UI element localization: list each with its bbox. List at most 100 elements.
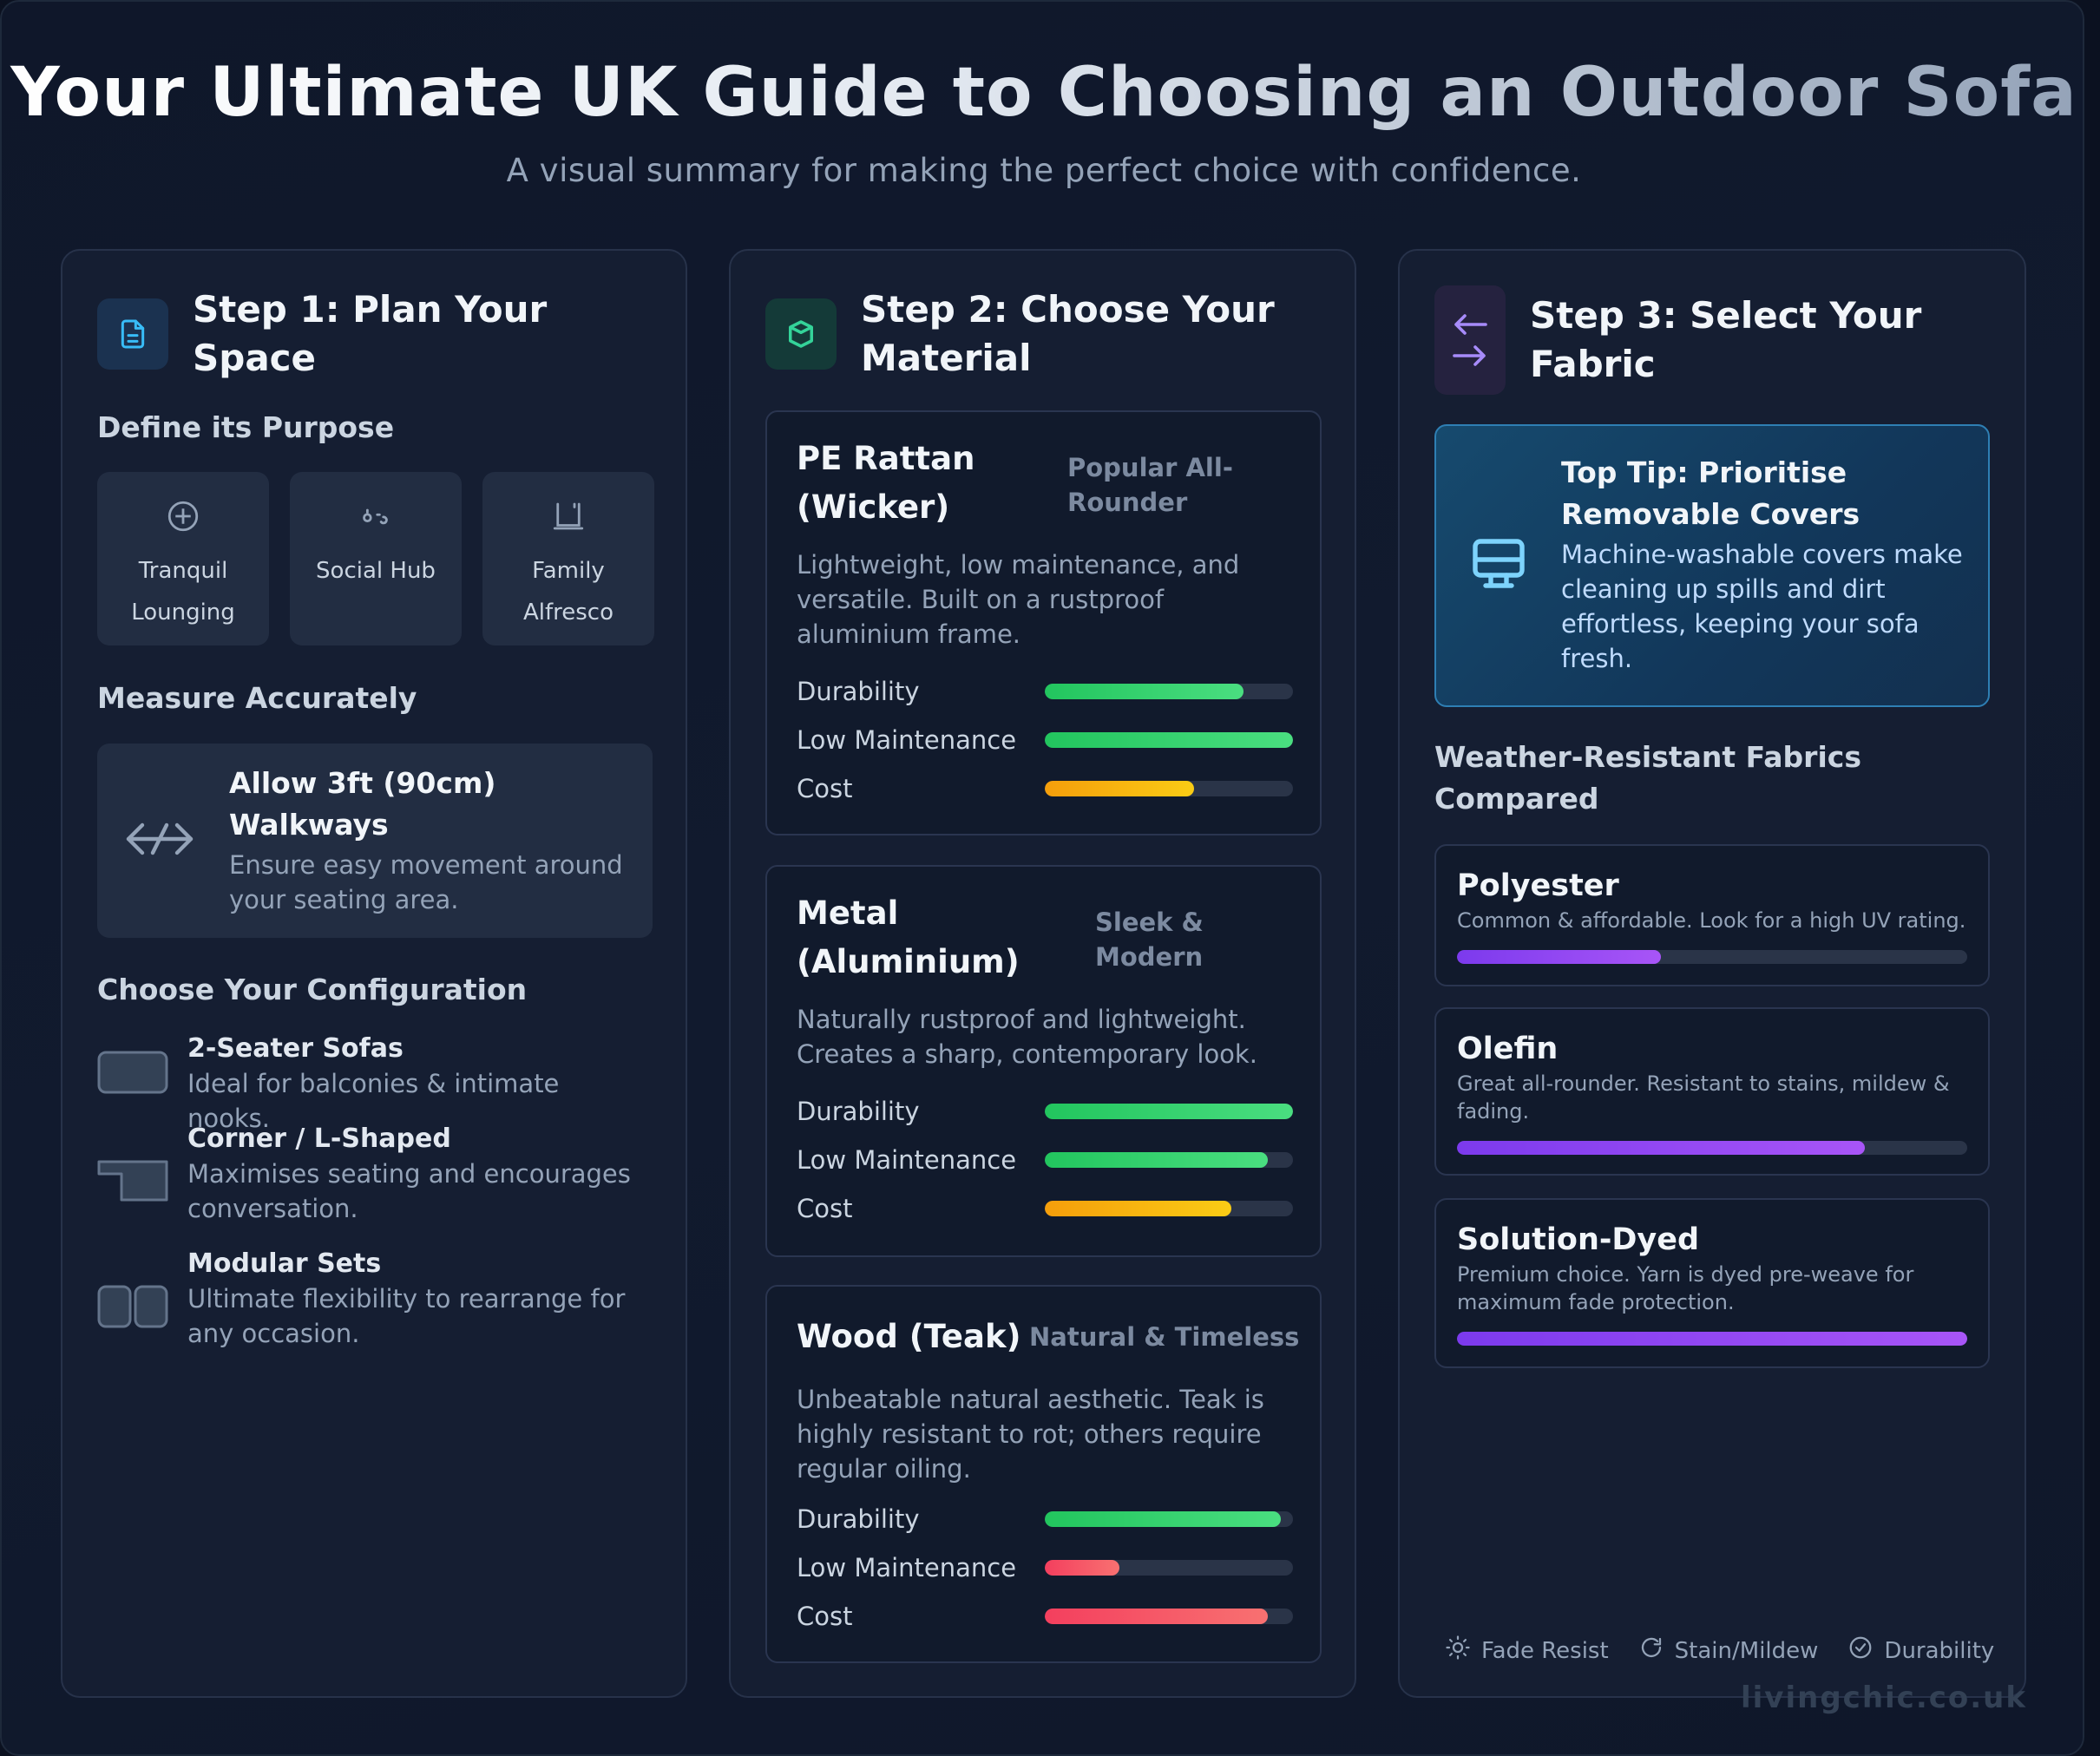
step3-title: Step 3: Select Your Fabric: [1530, 294, 1922, 385]
config-title: 2-Seater Sofas: [187, 1033, 404, 1064]
material-tag: Sleek & Modern: [1095, 907, 1204, 972]
page-subtitle: A visual summary for making the perfect …: [506, 152, 1582, 189]
rating-bar: [1045, 1201, 1293, 1216]
fabric-description: Premium choice. Yarn is dyed pre-weave f…: [1457, 1262, 1914, 1314]
rating-row: Low Maintenance: [797, 723, 1295, 757]
washing-machine-icon: [1467, 534, 1530, 600]
legend-label: Durability: [1884, 1637, 1995, 1664]
fabrics-heading: Weather-Resistant Fabrics Compared: [1434, 740, 1861, 816]
fabric-card-olefin: Olefin Great all-rounder. Resistant to s…: [1434, 1007, 1990, 1176]
rating-row: Durability: [797, 1502, 1295, 1536]
legend-label: Fade Resist: [1481, 1637, 1609, 1664]
step1-header: Step 1: Plan Your Space: [97, 285, 644, 383]
rating-bar-fill: [1045, 1609, 1269, 1624]
fabric-bar-fill: [1457, 1141, 1866, 1155]
two-seater-icon: [97, 1051, 168, 1099]
material-name: PE Rattan (Wicker): [797, 440, 975, 526]
step2-header: Step 2: Choose Your Material: [765, 285, 1312, 383]
rating-bar-fill: [1045, 684, 1244, 699]
rating-bar-fill: [1045, 1152, 1269, 1168]
rating-bar: [1045, 1152, 1293, 1168]
fabric-name: Olefin: [1457, 1032, 1559, 1066]
watermark: livingchic.co.uk: [1741, 1681, 2027, 1715]
fabric-bar: [1457, 950, 1967, 964]
material-card-metal: Metal (Aluminium) Sleek & Modern Natural…: [765, 865, 1322, 1257]
tip-description: Machine-washable covers make cleaning up…: [1561, 540, 1963, 673]
legend-stain-mildew: Stain/Mildew: [1638, 1635, 1819, 1667]
rating-bar-fill: [1045, 1511, 1281, 1527]
fabric-legend: Fade Resist Stain/Mildew Durability: [1445, 1635, 1994, 1667]
tip-card: Top Tip: Prioritise Removable Covers Mac…: [1434, 424, 1990, 707]
material-description: Lightweight, low maintenance, and versat…: [797, 550, 1240, 649]
purpose-options: Tranquil Lounging Social Hub Family Alfr…: [97, 472, 654, 645]
tip-title: Top Tip: Prioritise Removable Covers: [1561, 455, 1860, 531]
measure-heading: Measure Accurately: [97, 681, 417, 715]
rating-row: Low Maintenance: [797, 1550, 1295, 1585]
social-icon: [358, 495, 394, 538]
material-tag: Natural & Timeless: [1029, 1322, 1300, 1352]
purpose-label: Family Alfresco: [522, 558, 614, 626]
material-description: Naturally rustproof and lightweight. Cre…: [797, 1005, 1257, 1069]
step3-header: Step 3: Select Your Fabric: [1434, 285, 1964, 395]
step2-panel: Step 2: Choose Your Material PE Rattan (…: [729, 249, 1356, 1698]
material-name: Metal (Aluminium): [797, 894, 1020, 980]
fabric-description: Common & affordable. Look for a high UV …: [1457, 908, 1966, 933]
rating-bar: [1045, 684, 1293, 699]
modular-icon: [97, 1285, 168, 1333]
rating-row: Durability: [797, 674, 1295, 709]
rating-label: Durability: [797, 677, 920, 706]
config-title: Modular Sets: [187, 1248, 382, 1279]
material-card-wood: Wood (Teak) Natural & Timeless Unbeatabl…: [765, 1285, 1322, 1663]
purpose-heading: Define its Purpose: [97, 410, 395, 444]
config-description: Maximises seating and encourages convers…: [187, 1159, 631, 1223]
rating-bar: [1045, 1511, 1293, 1527]
config-description: Ultimate flexibility to rearrange for an…: [187, 1284, 626, 1348]
sun-icon: [1445, 1635, 1471, 1667]
rating-label: Cost: [797, 1602, 853, 1631]
page-title: Your Ultimate UK Guide to Choosing an Ou…: [2, 49, 2083, 136]
arrows-exchange-icon: [1434, 285, 1506, 395]
legend-label: Stain/Mildew: [1674, 1637, 1819, 1664]
fabric-bar-fill: [1457, 1332, 1967, 1346]
legend-durability: Durability: [1847, 1635, 1994, 1667]
refresh-icon: [1638, 1635, 1664, 1667]
rating-label: Low Maintenance: [797, 725, 1017, 755]
rating-label: Low Maintenance: [797, 1553, 1017, 1582]
measure-description: Ensure easy movement around your seating…: [229, 850, 623, 914]
rating-bar: [1045, 781, 1293, 796]
rating-bar: [1045, 1104, 1293, 1119]
fabric-bar: [1457, 1141, 1967, 1155]
table-icon: [550, 495, 587, 538]
plus-circle-icon: [165, 495, 201, 538]
fabric-card-polyester: Polyester Common & affordable. Look for …: [1434, 844, 1990, 986]
purpose-label: Tranquil Lounging: [131, 558, 235, 626]
material-card-rattan: PE Rattan (Wicker) Popular All-Rounder L…: [765, 410, 1322, 835]
infographic-frame: Your Ultimate UK Guide to Choosing an Ou…: [0, 0, 2084, 1756]
purpose-label: Social Hub: [316, 558, 436, 584]
rating-row: Durability: [797, 1094, 1295, 1129]
legend-fade-resist: Fade Resist: [1445, 1635, 1609, 1667]
purpose-family-alfresco[interactable]: Family Alfresco: [482, 472, 654, 645]
config-title: Corner / L-Shaped: [187, 1124, 451, 1154]
rating-bar-fill: [1045, 1104, 1293, 1119]
fabric-bar: [1457, 1332, 1967, 1346]
corner-sofa-icon: [97, 1158, 168, 1207]
step2-title: Step 2: Choose Your Material: [861, 288, 1275, 379]
fabric-name: Polyester: [1457, 868, 1619, 903]
step1-panel: Step 1: Plan Your Space Define its Purpo…: [61, 249, 687, 1698]
rating-row: Cost: [797, 1191, 1295, 1226]
rating-bar-fill: [1045, 1201, 1231, 1216]
rating-bar-fill: [1045, 732, 1293, 748]
measure-card: Allow 3ft (90cm) Walkways Ensure easy mo…: [97, 744, 653, 938]
measure-title: Allow 3ft (90cm) Walkways: [229, 766, 496, 842]
rating-bar: [1045, 1609, 1293, 1624]
purpose-social-hub[interactable]: Social Hub: [290, 472, 462, 645]
fabric-bar-fill: [1457, 950, 1662, 964]
rating-label: Durability: [797, 1504, 920, 1534]
purpose-tranquil-lounging[interactable]: Tranquil Lounging: [97, 472, 269, 645]
rating-row: Cost: [797, 1599, 1295, 1634]
fabric-name: Solution-Dyed: [1457, 1222, 1700, 1257]
hexagon-icon: [765, 298, 837, 370]
rating-row: Low Maintenance: [797, 1143, 1295, 1177]
rating-row: Cost: [797, 771, 1295, 806]
